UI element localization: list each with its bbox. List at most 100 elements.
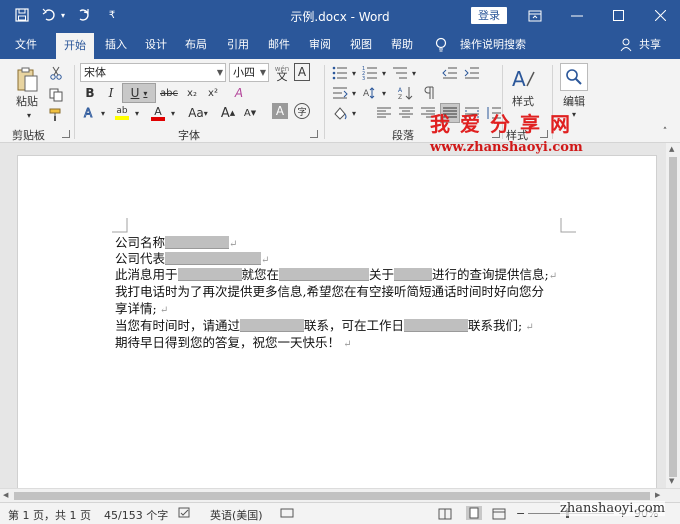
language-indicator[interactable]: 英语(美国) [210, 507, 263, 523]
document-line[interactable]: 享详情; ↵ [115, 301, 168, 319]
collapse-ribbon-icon[interactable]: ˄ [658, 125, 672, 139]
font-color-button[interactable]: A [148, 103, 168, 123]
enclose-chars-button[interactable]: 字 [294, 103, 310, 119]
tab-references[interactable]: 引用 [220, 31, 256, 59]
strikethrough-button[interactable]: abc [158, 83, 180, 103]
show-marks-icon[interactable] [420, 83, 440, 103]
document-line[interactable]: 此消息用于 就您在 关于 进行的查询提供信息;↵ [115, 267, 557, 285]
decrease-indent-icon[interactable] [440, 63, 460, 83]
chinese-layout-icon[interactable] [330, 83, 350, 103]
tell-me-search[interactable]: 操作说明搜索 [455, 31, 531, 59]
save-icon[interactable] [12, 5, 32, 25]
undo-icon[interactable] [40, 5, 60, 25]
font-size-select[interactable]: 小四 ▼ [229, 63, 269, 82]
zoom-out-icon[interactable]: − [516, 507, 525, 520]
track-changes-icon[interactable] [280, 507, 294, 522]
svg-text:Z: Z [398, 94, 402, 100]
change-case-button[interactable]: Aa ▾ [186, 103, 210, 123]
page-count[interactable]: 第 1 页，共 1 页 [8, 507, 91, 523]
text-effects-icon[interactable]: A [80, 103, 100, 123]
chevron-down-icon[interactable]: ▾ [380, 63, 388, 83]
tab-mailings[interactable]: 邮件 [261, 31, 297, 59]
scroll-left-icon[interactable]: ◀ [3, 491, 8, 499]
shading-icon[interactable] [330, 103, 350, 123]
increase-indent-icon[interactable] [462, 63, 482, 83]
styles-button[interactable]: 样式 [508, 93, 538, 109]
multilevel-list-icon[interactable] [390, 63, 410, 83]
scroll-up-icon[interactable]: ▲ [669, 145, 674, 153]
font-launcher-icon[interactable] [310, 130, 318, 138]
maximize-icon[interactable] [598, 0, 638, 31]
document-line[interactable]: 我打电话时为了再次提供更多信息,希望您在有空接听简短通话时间时好向您分 [115, 284, 544, 300]
chevron-down-icon[interactable]: ▾ [132, 103, 142, 123]
char-border-button[interactable]: A [294, 63, 310, 81]
tab-layout[interactable]: 布局 [178, 31, 214, 59]
align-center-icon[interactable] [396, 103, 416, 123]
char-scaling-icon[interactable]: A [360, 83, 380, 103]
editing-search-icon[interactable] [560, 63, 588, 91]
styles-icon[interactable]: A [508, 65, 538, 93]
tab-file[interactable]: 文件 [6, 31, 46, 59]
document-page[interactable]: 公司名称 ↵ 公司代表 ↵ 此消息用于 就您在 关于 进行的查询提供信息;↵ 我打电话时为了再次… [17, 155, 657, 495]
close-icon[interactable] [640, 0, 680, 31]
text-effects-button[interactable]: A [229, 83, 249, 103]
chevron-down-icon[interactable]: ▾ [380, 83, 388, 103]
chevron-down-icon[interactable]: ▾ [410, 63, 418, 83]
scroll-thumb[interactable] [14, 492, 650, 500]
underline-button[interactable]: U ▾ [122, 83, 156, 103]
align-left-icon[interactable] [374, 103, 394, 123]
chevron-down-icon[interactable]: ▾ [350, 83, 358, 103]
tab-insert[interactable]: 插入 [98, 31, 134, 59]
paste-dropdown-icon[interactable]: ▾ [24, 110, 34, 120]
undo-dropdown-icon[interactable]: ▾ [58, 5, 68, 25]
scroll-right-icon[interactable]: ▶ [655, 491, 660, 499]
chevron-down-icon[interactable]: ▾ [98, 103, 108, 123]
cut-icon[interactable] [46, 63, 66, 83]
chevron-down-icon[interactable]: ▾ [350, 103, 358, 123]
tab-review[interactable]: 审阅 [302, 31, 338, 59]
redo-icon[interactable] [74, 5, 94, 25]
login-button[interactable]: 登录 [471, 7, 507, 24]
scroll-down-icon[interactable]: ▼ [669, 477, 674, 485]
clipboard-launcher-icon[interactable] [62, 130, 70, 138]
phonetic-guide-icon[interactable]: wén 文 [272, 63, 292, 83]
read-mode-icon[interactable] [438, 508, 452, 523]
copy-icon[interactable] [46, 85, 66, 105]
chevron-down-icon[interactable]: ▾ [350, 63, 358, 83]
vertical-scrollbar[interactable]: ▲ ▼ [666, 143, 680, 488]
document-line[interactable]: 期待早日得到您的答复，祝您一天快乐！ ↵ [115, 335, 352, 353]
subscript-button[interactable]: x₂ [182, 83, 202, 103]
tab-help[interactable]: 帮助 [384, 31, 420, 59]
ribbon-display-options-icon[interactable] [515, 0, 555, 31]
highlight-button[interactable]: ab [112, 103, 132, 123]
sort-icon[interactable]: AZ [396, 83, 416, 103]
shrink-font-button[interactable]: A ▼ [240, 103, 260, 123]
svg-text:3: 3 [362, 76, 365, 80]
customize-quick-access-icon[interactable]: ₹ [102, 5, 122, 25]
share-button[interactable]: 共享 [636, 31, 664, 59]
bold-button[interactable]: B [80, 83, 100, 103]
document-line[interactable]: 当您有时间时，请通过 联系，可在工作日 联系我们; ↵ [115, 318, 534, 336]
horizontal-scrollbar[interactable]: ◀ ▶ [0, 488, 680, 502]
editing-button[interactable]: 编辑 [558, 93, 590, 109]
bullets-icon[interactable] [330, 63, 350, 83]
tab-design[interactable]: 设计 [138, 31, 174, 59]
web-layout-icon[interactable] [492, 508, 506, 523]
word-count[interactable]: 45/153 个字 [104, 507, 168, 523]
chevron-down-icon[interactable]: ▾ [168, 103, 178, 123]
font-name-select[interactable]: 宋体 ▼ [80, 63, 226, 82]
tab-view[interactable]: 视图 [343, 31, 379, 59]
minimize-icon[interactable] [557, 0, 597, 31]
scroll-thumb[interactable] [669, 157, 677, 477]
superscript-button[interactable]: x² [203, 83, 223, 103]
numbering-icon[interactable]: 123 [360, 63, 380, 83]
grow-font-button[interactable]: A ▲ [218, 103, 238, 123]
format-painter-icon[interactable] [46, 105, 66, 125]
proofing-icon[interactable] [178, 507, 192, 522]
italic-button[interactable]: I [101, 83, 121, 103]
print-layout-icon[interactable] [466, 506, 482, 523]
paste-button[interactable]: 粘贴 [12, 93, 42, 109]
char-shading-button[interactable]: A [272, 103, 288, 119]
paste-icon[interactable] [14, 65, 40, 95]
tab-home[interactable]: 开始 [56, 33, 94, 59]
